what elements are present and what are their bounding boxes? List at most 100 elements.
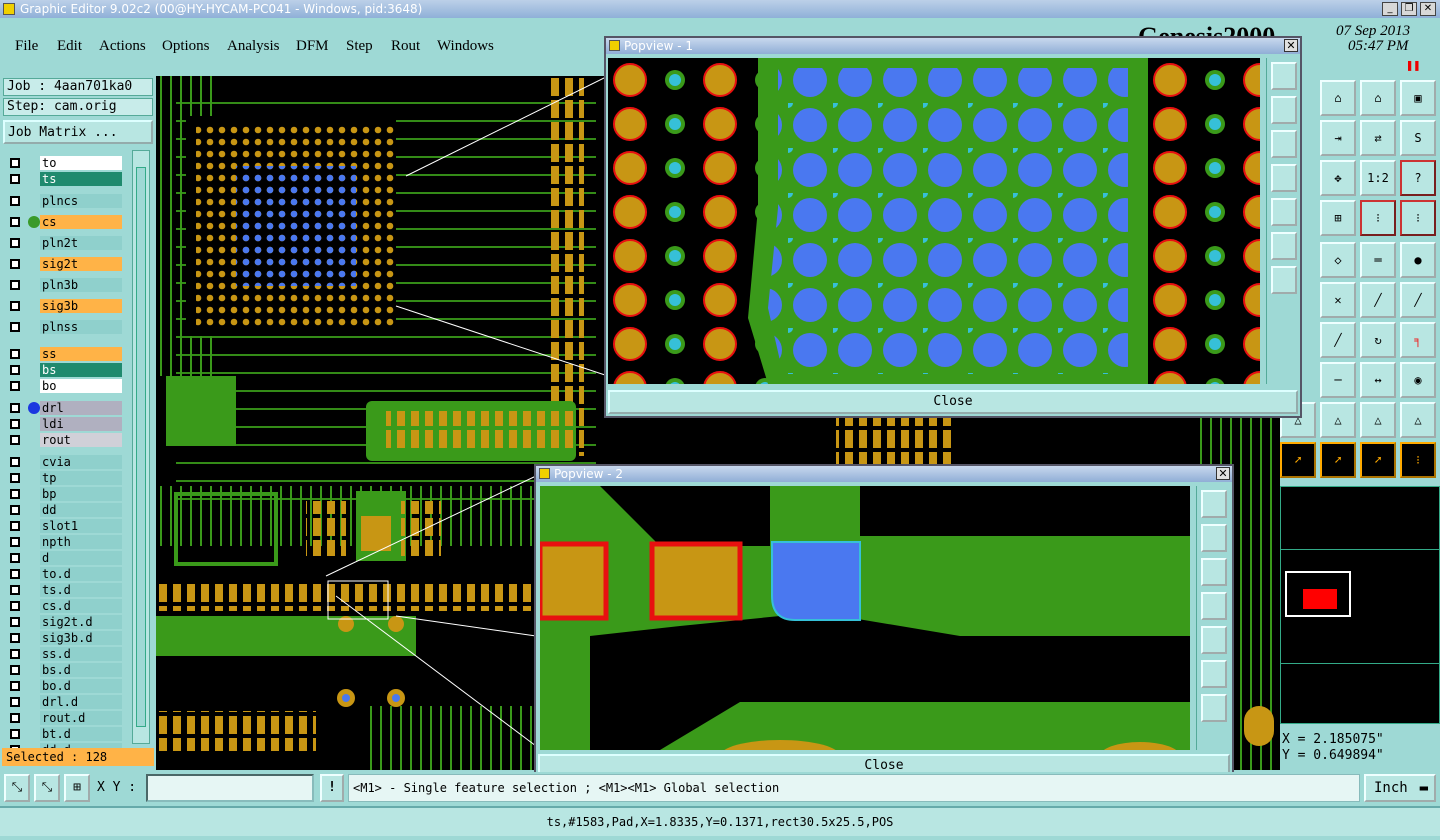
tool-pan-icon[interactable]: ✥: [1320, 160, 1356, 196]
layer-row-bt-d[interactable]: bt.d: [6, 727, 124, 742]
layer-checkbox[interactable]: [10, 505, 20, 515]
tool-select-pointer-icon[interactable]: ➚: [1360, 442, 1396, 478]
popview-1-titlebar[interactable]: Popview - 1 ✕: [606, 38, 1300, 54]
menu-options[interactable]: Options: [162, 38, 210, 55]
tool-grid-icon[interactable]: ⊞: [1320, 200, 1356, 236]
snap-tool-icon[interactable]: ⤡: [34, 774, 60, 802]
layer-name[interactable]: ss: [40, 347, 122, 361]
tool-dot-icon[interactable]: ●: [1400, 242, 1436, 278]
layer-name[interactable]: dd: [40, 503, 122, 517]
tool-line2-icon[interactable]: ╱: [1400, 282, 1436, 318]
layer-row-to-d[interactable]: to.d: [6, 567, 124, 582]
layer-name[interactable]: to.d: [40, 567, 122, 581]
layer-row-sig3b[interactable]: sig3b: [6, 299, 124, 314]
layer-checkbox[interactable]: [10, 365, 20, 375]
layer-checkbox[interactable]: [10, 322, 20, 332]
layer-row-tp[interactable]: tp: [6, 471, 124, 486]
layer-checkbox[interactable]: [10, 681, 20, 691]
tool-help-button[interactable]: ?: [1400, 160, 1436, 196]
popview-1-right-icon[interactable]: [1271, 198, 1297, 226]
layer-row-sig2t[interactable]: sig2t: [6, 257, 124, 272]
tool-ruler-icon[interactable]: ═: [1360, 242, 1396, 278]
minimize-button[interactable]: _: [1382, 2, 1398, 16]
menu-edit[interactable]: Edit: [57, 38, 82, 55]
layer-name[interactable]: drl.d: [40, 695, 122, 709]
layer-row-d[interactable]: d: [6, 551, 124, 566]
popview-1-down-icon[interactable]: [1271, 130, 1297, 158]
tool-cross-icon[interactable]: ✕: [1320, 282, 1356, 318]
tool-layers-icon[interactable]: ⁝: [1400, 200, 1436, 236]
layer-row-dd[interactable]: dd: [6, 503, 124, 518]
layer-row-ss[interactable]: ss: [6, 347, 124, 362]
layer-name[interactable]: bp: [40, 487, 122, 501]
layer-name[interactable]: bo.d: [40, 679, 122, 693]
popview-2-right-icon[interactable]: [1201, 626, 1227, 654]
layer-checkbox[interactable]: [10, 349, 20, 359]
layer-name[interactable]: rout.d: [40, 711, 122, 725]
layer-name[interactable]: plncs: [40, 194, 122, 208]
layer-checkbox[interactable]: [10, 553, 20, 563]
layer-row-npth[interactable]: npth: [6, 535, 124, 550]
popview-2-titlebar[interactable]: Popview - 2 ✕: [536, 466, 1232, 482]
layer-name[interactable]: bo: [40, 379, 122, 393]
tool-line-icon[interactable]: ╱: [1360, 282, 1396, 318]
layer-name[interactable]: ts: [40, 172, 122, 186]
layer-checkbox[interactable]: [10, 419, 20, 429]
layer-checkbox[interactable]: [10, 217, 20, 227]
layer-checkbox[interactable]: [10, 280, 20, 290]
layer-row-ts-d[interactable]: ts.d: [6, 583, 124, 598]
layer-row-drl-d[interactable]: drl.d: [6, 695, 124, 710]
popview-2-window[interactable]: Popview - 2 ✕ Close: [534, 464, 1234, 782]
popview-2-close-x[interactable]: ✕: [1216, 467, 1230, 480]
menu-analysis[interactable]: Analysis: [227, 38, 280, 55]
layer-name[interactable]: bs: [40, 363, 122, 377]
tool-select-box-icon[interactable]: ➚: [1320, 442, 1356, 478]
popview-2-up-icon[interactable]: [1201, 524, 1227, 552]
tool-select-arrow-icon[interactable]: ➚: [1280, 442, 1316, 478]
menu-actions[interactable]: Actions: [99, 38, 146, 55]
menu-file[interactable]: File: [15, 38, 38, 55]
tool-fillet-icon[interactable]: ╕: [1400, 322, 1436, 358]
maximize-button[interactable]: ❐: [1401, 2, 1417, 16]
layer-checkbox[interactable]: [10, 259, 20, 269]
popview-2-canvas[interactable]: [540, 486, 1190, 750]
tool-window-icon[interactable]: ▣: [1400, 80, 1436, 116]
layer-row-pln3b[interactable]: pln3b: [6, 278, 124, 293]
layer-checkbox[interactable]: [10, 457, 20, 467]
job-matrix-button[interactable]: Job Matrix ...: [3, 120, 153, 144]
popview-2-down-icon[interactable]: [1201, 558, 1227, 586]
layer-row-ss-d[interactable]: ss.d: [6, 647, 124, 662]
units-dropdown[interactable]: Inch ▬: [1364, 774, 1436, 802]
layer-checkbox[interactable]: [10, 473, 20, 483]
layer-checkbox[interactable]: [10, 601, 20, 611]
menu-rout[interactable]: Rout: [391, 38, 420, 55]
layer-checkbox[interactable]: [10, 435, 20, 445]
layer-row-ldi[interactable]: ldi: [6, 417, 124, 432]
layer-checkbox[interactable]: [10, 403, 20, 413]
layer-row-drl[interactable]: drl: [6, 401, 124, 416]
layer-checkbox[interactable]: [10, 521, 20, 531]
tool-shape-icon[interactable]: ◇: [1320, 242, 1356, 278]
layer-checkbox[interactable]: [10, 537, 20, 547]
layer-checkbox[interactable]: [10, 174, 20, 184]
popview-1-zoom-in-icon[interactable]: [1271, 232, 1297, 260]
layer-row-cvia[interactable]: cvia: [6, 455, 124, 470]
layer-name[interactable]: cs: [40, 215, 122, 229]
layer-row-plncs[interactable]: plncs: [6, 194, 124, 209]
layer-row-ts[interactable]: ts: [6, 172, 124, 187]
tool-home-icon[interactable]: ⌂: [1360, 80, 1396, 116]
layer-name[interactable]: ldi: [40, 417, 122, 431]
layer-checkbox[interactable]: [10, 569, 20, 579]
layer-row-cs-d[interactable]: cs.d: [6, 599, 124, 614]
tool-swap-icon[interactable]: ⇄: [1360, 120, 1396, 156]
layer-name[interactable]: sig3b: [40, 299, 122, 313]
layer-row-sig3b-d[interactable]: sig3b.d: [6, 631, 124, 646]
layer-name[interactable]: tp: [40, 471, 122, 485]
layer-checkbox[interactable]: [10, 697, 20, 707]
popview-1-left-icon[interactable]: [1271, 164, 1297, 192]
popview-1-zoom-icon[interactable]: [1271, 62, 1297, 90]
layer-name[interactable]: bt.d: [40, 727, 122, 741]
tool-shapes-icon[interactable]: ◉: [1400, 362, 1436, 398]
layer-name[interactable]: sig2t.d: [40, 615, 122, 629]
popview-2-left-icon[interactable]: [1201, 592, 1227, 620]
